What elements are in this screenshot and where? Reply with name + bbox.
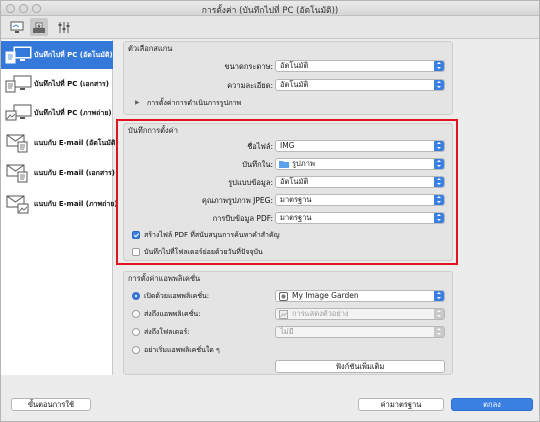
open-with-select[interactable]: My Image Garden [275,290,445,302]
sidebar-item-email-document[interactable]: แนบกับ E-mail (เอกสาร) [1,159,115,187]
email-document-icon [6,164,28,183]
pc-auto-icon [5,46,32,64]
scan-method-sidebar: บันทึกไปที่ PC (อัตโนมัติ) บันทึกไปที่ P… [1,40,119,375]
chevron-updown-icon [434,80,444,90]
sidebar-item-save-pc-document[interactable]: บันทึกไปที่ PC (เอกสาร) [1,70,113,98]
email-photo-icon [6,195,29,214]
title-bar: การตั้งค่า (บันทึกไปที่ PC (อัตโนมัติ)) [1,1,539,16]
app-settings-title: การตั้งค่าแอพพลิเคชั่น [128,274,201,283]
sidebar-item-label: แนบกับ E-mail (เอกสาร) [34,168,115,177]
do-not-start-radio[interactable] [132,346,140,354]
open-with-label: เปิดด้วยแอพพลิเคชั่น: [144,292,210,300]
sidebar-item-label: แนบกับ E-mail (ภาพถ่าย) [34,199,118,208]
chevron-updown-icon [434,327,444,337]
paper-size-value: อัตโนมัติ [280,61,309,70]
send-to-app-value: การแสดงตัวอย่าง [292,309,349,318]
open-with-radio[interactable] [132,292,140,300]
defaults-button[interactable]: ค่ามาตรฐาน [358,398,444,411]
resolution-select[interactable]: อัตโนมัติ [275,79,445,91]
sidebar-item-label: บันทึกไปที่ PC (เอกสาร) [34,79,109,88]
window-title: การตั้งค่า (บันทึกไปที่ PC (อัตโนมัติ)) [201,6,339,16]
send-to-app-label: ส่งถึงแอพพลิเคชั่น: [144,310,201,318]
scan-from-computer-icon[interactable] [8,18,26,36]
sidebar-item-save-pc-photo[interactable]: บันทึกไปที่ PC (ภาพถ่าย) [1,99,113,127]
chevron-updown-icon [434,61,444,71]
send-to-app-select[interactable]: การแสดงตัวอย่าง [275,308,445,320]
sidebar-item-label: บันทึกไปที่ PC (อัตโนมัติ) [34,50,113,59]
general-settings-icon[interactable] [55,18,73,36]
send-to-folder-value: ไม่มี [280,327,294,336]
do-not-start-label: อย่าเริ่มแอพพลิเคชั่นใด ๆ [144,346,220,354]
image-processing-label[interactable]: การตั้งค่าการดำเนินการรูปภาพ [147,98,241,109]
instructions-button[interactable]: ขั้นตอนการใช้ [11,398,91,411]
scan-options-title: ตัวเลือกสแกน [128,44,173,53]
sidebar-item-label: แนบกับ E-mail (อัตโนมัติ) [34,138,119,147]
resolution-value: อัตโนมัติ [280,80,309,89]
settings-window: การตั้งค่า (บันทึกไปที่ PC (อัตโนมัติ)) … [0,0,540,422]
sidebar-item-email-auto[interactable]: แนบกับ E-mail (อัตโนมัติ) [1,129,119,157]
paper-size-label: ขนาดกระดาษ: [224,62,274,71]
open-with-value: My Image Garden [292,291,359,300]
preview-app-icon [279,310,288,319]
send-to-folder-label: ส่งถึงโฟลเดอร์: [144,328,190,336]
my-image-garden-icon [279,292,288,301]
sidebar-item-label: บันทึกไปที่ PC (ภาพถ่าย) [34,108,112,117]
sidebar-item-email-photo[interactable]: แนบกับ E-mail (ภาพถ่าย) [1,190,118,218]
more-functions-button[interactable]: ฟังก์ชันเพิ่มเติม [275,360,445,373]
resolution-label: ความละเอียด: [227,81,273,90]
send-to-app-radio[interactable] [132,310,140,318]
toolbar [1,16,539,39]
pc-photo-icon [5,104,32,121]
chevron-updown-icon [434,309,444,319]
send-to-folder-select[interactable]: ไม่มี [275,326,445,338]
pc-document-icon [5,75,32,93]
email-auto-icon [6,134,28,153]
send-to-folder-radio[interactable] [132,328,140,336]
scan-from-panel-icon[interactable] [30,18,48,36]
paper-size-select[interactable]: อัตโนมัติ [275,60,445,72]
highlight-frame [116,119,458,265]
ok-button[interactable]: ตกลง [451,398,533,411]
disclosure-triangle-icon[interactable]: ▶ [135,99,140,106]
chevron-updown-icon [434,291,444,301]
sidebar-item-save-pc-auto[interactable]: บันทึกไปที่ PC (อัตโนมัติ) [1,41,113,69]
